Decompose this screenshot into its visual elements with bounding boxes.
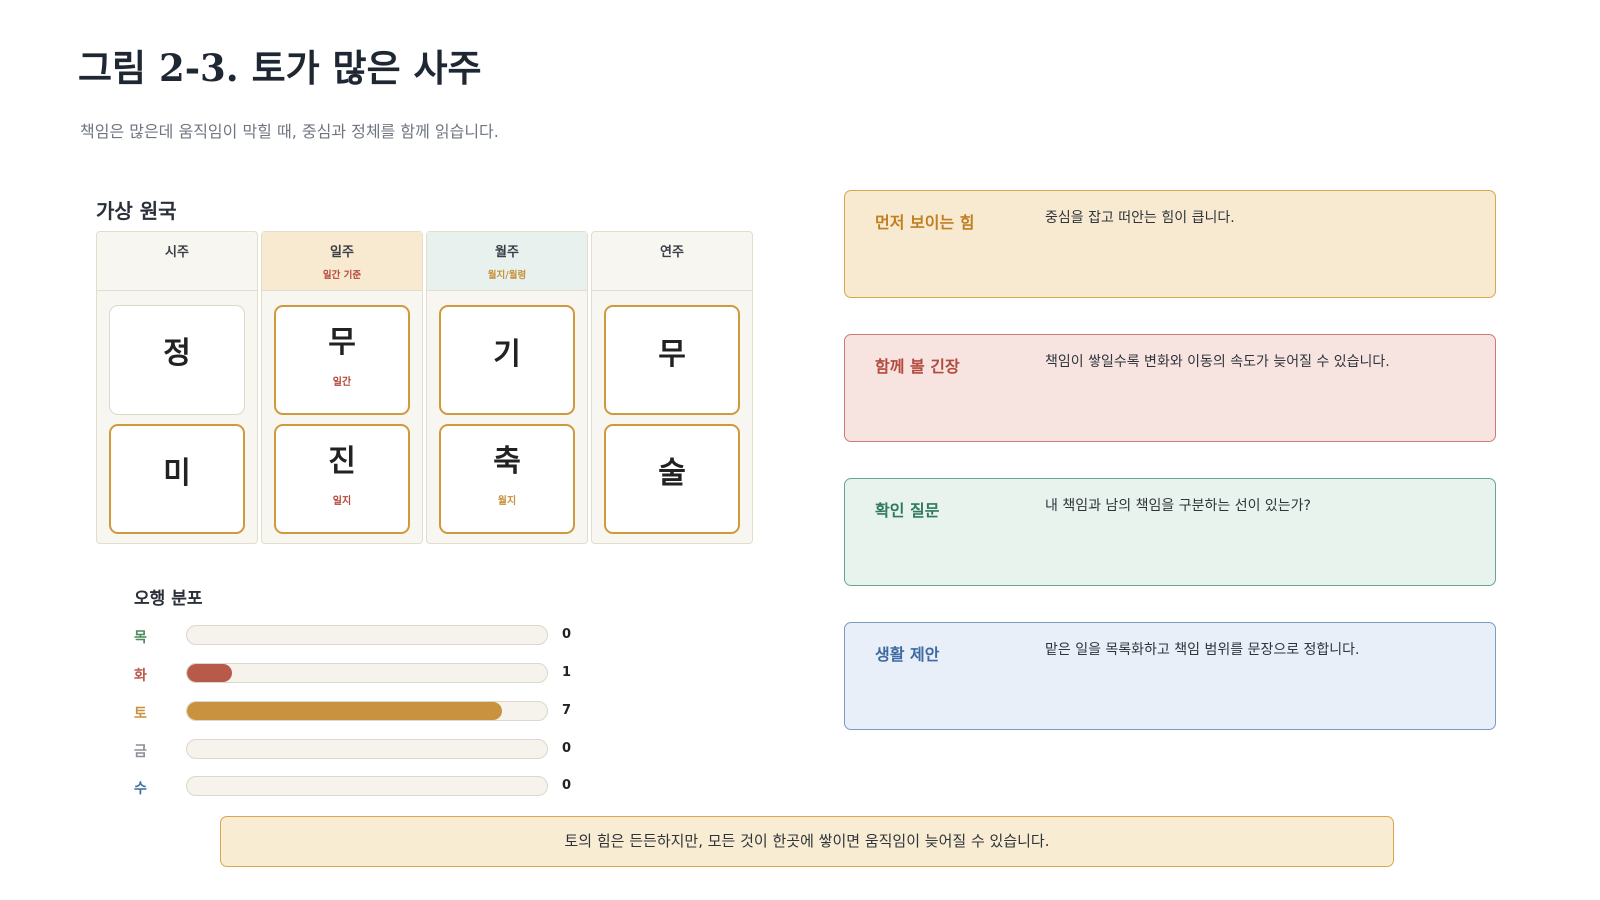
pillar-head: 일주 일간 기준 [262, 232, 422, 291]
stem-cell: 무 [604, 305, 740, 415]
bar-track [186, 739, 548, 759]
stem-note: 일간 [332, 377, 352, 388]
element-label: 수 [134, 781, 147, 797]
pillar-siju: 시주 정 미 [96, 231, 258, 544]
branch-char: 미 [163, 456, 191, 491]
card-text: 내 책임과 남의 책임을 구분하는 선이 있는가? [1045, 498, 1311, 514]
distribution-row: 금0 [134, 738, 594, 762]
distribution-title: 오행 분포 [134, 589, 203, 609]
card-tension: 함께 볼 긴장 책임이 쌓일수록 변화와 이동의 속도가 늦어질 수 있습니다. [844, 334, 1496, 442]
element-label: 목 [134, 630, 147, 646]
figure-subtitle: 책임은 많은데 움직임이 막힐 때, 중심과 정체를 함께 읽습니다. [80, 122, 499, 141]
card-label: 생활 제안 [875, 645, 940, 664]
element-label: 화 [134, 668, 147, 684]
card-label: 먼저 보이는 힘 [875, 213, 975, 232]
bar-track [186, 625, 548, 645]
pillar-head: 시주 [97, 232, 257, 291]
branch-cell: 진 일지 [274, 424, 410, 534]
card-suggestion: 생활 제안 맡은 일을 목록화하고 책임 범위를 문장으로 정합니다. [844, 622, 1496, 730]
stem-char: 정 [163, 336, 191, 371]
element-count: 7 [562, 703, 572, 718]
stem-cell: 무 일간 [274, 305, 410, 415]
bar-fill [187, 702, 502, 720]
branch-cell: 미 [109, 424, 245, 534]
element-label: 토 [134, 706, 147, 722]
pillar-chart: 시주 정 미 일주 일간 기준 무 일간 진 일지 월주 월지/월령 기 축 월… [96, 231, 754, 544]
pillar-name: 일주 [330, 245, 354, 260]
stem-char: 기 [493, 337, 521, 372]
pillar-note: 월지/월령 [487, 270, 527, 281]
chart-title: 가상 원국 [96, 199, 177, 223]
bar-track [186, 701, 548, 721]
bar-fill [187, 664, 232, 682]
distribution-row: 수0 [134, 775, 594, 799]
branch-note: 일지 [332, 496, 352, 507]
distribution-row: 목0 [134, 624, 594, 648]
pillar-note: 일간 기준 [322, 270, 362, 281]
element-count: 1 [562, 665, 572, 680]
branch-char: 진 [328, 444, 356, 479]
stem-char: 무 [658, 337, 686, 372]
bar-track [186, 663, 548, 683]
pillar-wolju: 월주 월지/월령 기 축 월지 [426, 231, 588, 544]
branch-note: 월지 [497, 496, 517, 507]
stem-cell: 기 [439, 305, 575, 415]
pillar-ilju: 일주 일간 기준 무 일간 진 일지 [261, 231, 423, 544]
card-question: 확인 질문 내 책임과 남의 책임을 구분하는 선이 있는가? [844, 478, 1496, 586]
card-label: 함께 볼 긴장 [875, 357, 960, 376]
element-count: 0 [562, 741, 572, 756]
pillar-head: 월주 월지/월령 [427, 232, 587, 291]
figure-title: 그림 2-3. 토가 많은 사주 [78, 46, 482, 90]
pillar-name: 월주 [495, 245, 519, 260]
branch-cell: 술 [604, 424, 740, 534]
bar-track [186, 776, 548, 796]
element-count: 0 [562, 627, 572, 642]
card-text: 중심을 잡고 떠안는 힘이 큽니다. [1045, 210, 1235, 226]
pillar-yeonju: 연주 무 술 [591, 231, 753, 544]
card-label: 확인 질문 [875, 501, 940, 520]
branch-char: 술 [658, 456, 686, 491]
element-label: 금 [134, 744, 147, 760]
stem-char: 무 [328, 325, 356, 360]
distribution-row: 화1 [134, 662, 594, 686]
stem-cell: 정 [109, 305, 245, 415]
pillar-name: 시주 [165, 245, 189, 260]
card-text: 맡은 일을 목록화하고 책임 범위를 문장으로 정합니다. [1045, 642, 1360, 658]
branch-cell: 축 월지 [439, 424, 575, 534]
footer-note: 토의 힘은 든든하지만, 모든 것이 한곳에 쌓이면 움직임이 늦어질 수 있습… [220, 816, 1394, 867]
distribution-row: 토7 [134, 700, 594, 724]
branch-char: 축 [493, 444, 521, 479]
card-text: 책임이 쌓일수록 변화와 이동의 속도가 늦어질 수 있습니다. [1045, 354, 1390, 370]
pillar-name: 연주 [660, 245, 684, 260]
pillar-head: 연주 [592, 232, 752, 291]
card-strength: 먼저 보이는 힘 중심을 잡고 떠안는 힘이 큽니다. [844, 190, 1496, 298]
element-count: 0 [562, 778, 572, 793]
